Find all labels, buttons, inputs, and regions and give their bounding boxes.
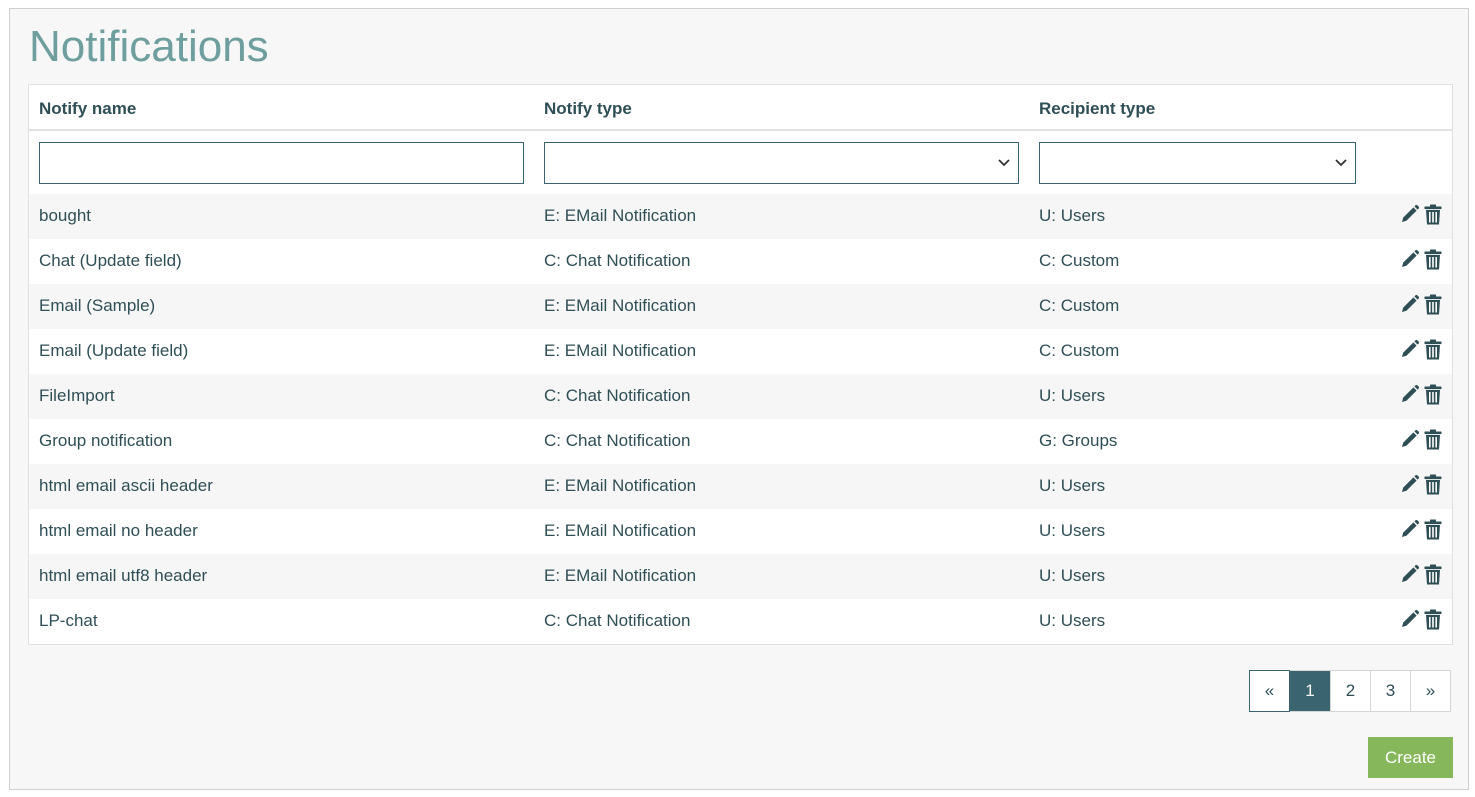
- recipient-type-cell: U: Users: [1039, 521, 1106, 540]
- table-row: Email (Sample) E: EMail Notification C: Cu…: [29, 284, 1452, 329]
- notifications-panel: Notifications Notify name Notify type Re…: [9, 8, 1469, 790]
- trash-icon[interactable]: [1424, 204, 1442, 225]
- notifications-table: Notify name Notify type Recipient type b…: [28, 84, 1453, 645]
- notify-type-cell: E: EMail Notification: [544, 206, 697, 225]
- chevron-down-icon: [998, 159, 1010, 167]
- table-row: html email ascii header E: EMail Notifica…: [29, 464, 1452, 509]
- page-title: Notifications: [29, 22, 269, 71]
- row-actions: [1400, 294, 1444, 316]
- notify-name-cell: Email (Sample): [39, 296, 156, 315]
- pencil-icon[interactable]: [1400, 384, 1420, 404]
- notify-name-cell: Group notification: [39, 431, 173, 450]
- row-actions: [1400, 609, 1444, 631]
- row-actions: [1400, 429, 1444, 451]
- notify-type-cell: E: EMail Notification: [544, 476, 697, 495]
- notify-type-cell: C: Chat Notification: [544, 431, 691, 450]
- trash-icon[interactable]: [1424, 339, 1442, 360]
- pagination-page-1[interactable]: 1: [1290, 671, 1330, 711]
- notify-name-cell: html email ascii header: [39, 476, 213, 495]
- filter-row: [29, 131, 1452, 194]
- pagination-prev-button[interactable]: «: [1249, 670, 1290, 712]
- trash-icon[interactable]: [1424, 519, 1442, 540]
- notify-name-cell: html email no header: [39, 521, 198, 540]
- pagination-page-2[interactable]: 2: [1330, 671, 1370, 711]
- table-row: html email no header E: EMail Notificatio…: [29, 509, 1452, 554]
- recipient-type-cell: U: Users: [1039, 476, 1106, 495]
- pencil-icon[interactable]: [1400, 294, 1420, 314]
- chevron-down-icon: [1335, 159, 1347, 167]
- header-recipient-type[interactable]: Recipient type: [1039, 99, 1155, 119]
- trash-icon[interactable]: [1424, 429, 1442, 450]
- notify-name-cell: Email (Update field): [39, 341, 189, 360]
- pagination-page-3[interactable]: 3: [1370, 671, 1410, 711]
- notify-type-cell: E: EMail Notification: [544, 341, 697, 360]
- pencil-icon[interactable]: [1400, 609, 1420, 629]
- row-actions: [1400, 474, 1444, 496]
- pencil-icon[interactable]: [1400, 204, 1420, 224]
- row-actions: [1400, 384, 1444, 406]
- row-actions: [1400, 564, 1444, 586]
- table-row: Email (Update field) E: EMail Notificatio…: [29, 329, 1452, 374]
- pencil-icon[interactable]: [1400, 339, 1420, 359]
- notify-type-cell: C: Chat Notification: [544, 386, 691, 405]
- row-actions: [1400, 204, 1444, 226]
- recipient-type-cell: U: Users: [1039, 611, 1106, 630]
- table-row: Chat (Update field) C: Chat Notification C…: [29, 239, 1452, 284]
- recipient-type-cell: G: Groups: [1039, 431, 1118, 450]
- create-button[interactable]: Create: [1368, 737, 1453, 778]
- recipient-type-cell: C: Custom: [1039, 296, 1120, 315]
- pencil-icon[interactable]: [1400, 519, 1420, 539]
- table-row: bought E: EMail Notification U: Users: [29, 194, 1452, 239]
- trash-icon[interactable]: [1424, 294, 1442, 315]
- pencil-icon[interactable]: [1400, 249, 1420, 269]
- row-actions: [1400, 249, 1444, 271]
- recipient-type-cell: C: Custom: [1039, 251, 1120, 270]
- notify-name-cell: html email utf8 header: [39, 566, 208, 585]
- trash-icon[interactable]: [1424, 474, 1442, 495]
- notify-name-cell: bought: [39, 206, 91, 225]
- table-row: FileImport C: Chat Notification U: Users: [29, 374, 1452, 419]
- table-header: Notify name Notify type Recipient type: [29, 85, 1452, 131]
- notify-type-cell: C: Chat Notification: [544, 611, 691, 630]
- table-row: Group notification C: Chat Notification G:…: [29, 419, 1452, 464]
- notify-type-filter-select[interactable]: [544, 142, 1019, 184]
- notify-type-cell: E: EMail Notification: [544, 566, 697, 585]
- trash-icon[interactable]: [1424, 384, 1442, 405]
- notify-name-filter-input[interactable]: [39, 142, 524, 184]
- table-row: html email utf8 header E: EMail Notificat…: [29, 554, 1452, 599]
- pencil-icon[interactable]: [1400, 474, 1420, 494]
- notify-type-cell: E: EMail Notification: [544, 521, 697, 540]
- recipient-type-cell: U: Users: [1039, 566, 1106, 585]
- pagination: « 1 2 3 »: [1249, 670, 1451, 712]
- notify-type-cell: C: Chat Notification: [544, 251, 691, 270]
- pencil-icon[interactable]: [1400, 564, 1420, 584]
- trash-icon[interactable]: [1424, 609, 1442, 630]
- recipient-type-filter-select[interactable]: [1039, 142, 1356, 184]
- trash-icon[interactable]: [1424, 564, 1442, 585]
- header-notify-name[interactable]: Notify name: [39, 99, 136, 119]
- header-notify-type[interactable]: Notify type: [544, 99, 632, 119]
- row-actions: [1400, 519, 1444, 541]
- notify-name-cell: LP-chat: [39, 611, 98, 630]
- notify-name-cell: FileImport: [39, 386, 115, 405]
- recipient-type-cell: U: Users: [1039, 386, 1106, 405]
- notify-type-cell: E: EMail Notification: [544, 296, 697, 315]
- trash-icon[interactable]: [1424, 249, 1442, 270]
- table-row: LP-chat C: Chat Notification U: Users: [29, 599, 1452, 644]
- notify-name-cell: Chat (Update field): [39, 251, 182, 270]
- row-actions: [1400, 339, 1444, 361]
- pagination-next-button[interactable]: »: [1410, 671, 1450, 711]
- pencil-icon[interactable]: [1400, 429, 1420, 449]
- recipient-type-cell: U: Users: [1039, 206, 1106, 225]
- table-body: bought E: EMail Notification U: Users Chat …: [29, 194, 1452, 644]
- recipient-type-cell: C: Custom: [1039, 341, 1120, 360]
